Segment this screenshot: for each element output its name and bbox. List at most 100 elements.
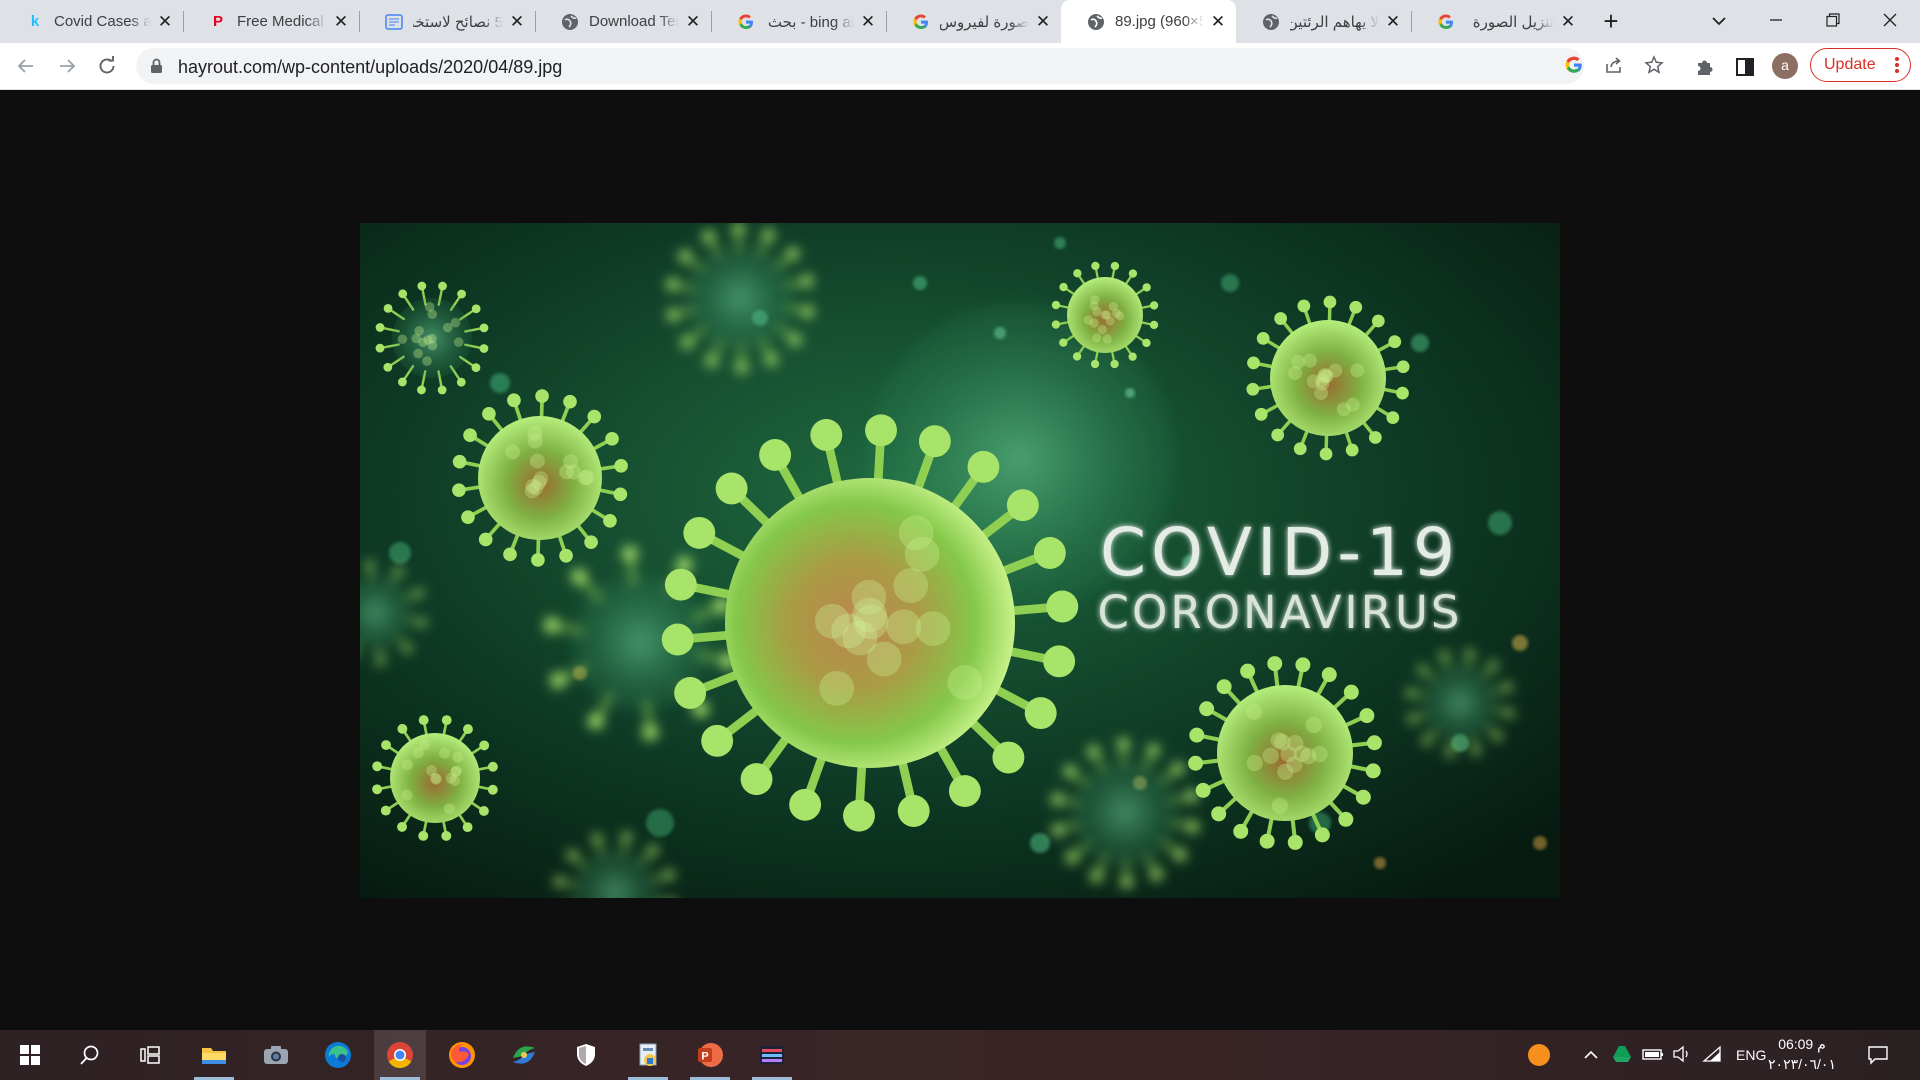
edge-icon[interactable]: [312, 1030, 364, 1080]
address-bar[interactable]: hayrout.com/wp-content/uploads/2020/04/8…: [136, 48, 1584, 84]
globe-icon: [1087, 13, 1105, 31]
tab-strip: k Covid Cases and Deaths ✕ P Free Medica…: [0, 0, 1920, 43]
close-icon[interactable]: ✕: [333, 12, 349, 32]
wifi-icon[interactable]: [1702, 1045, 1722, 1068]
image-viewer: COVID-19 CORONAVIRUS: [0, 90, 1920, 1030]
browser-toolbar: hayrout.com/wp-content/uploads/2020/04/8…: [0, 43, 1920, 90]
menu-dots-icon: [1894, 56, 1900, 79]
tab-five-tips[interactable]: 5 نصائح لاستخدام ✕: [359, 0, 535, 43]
close-icon[interactable]: ✕: [157, 12, 173, 32]
clock-date: ٢٠٢٣/٠٦/٠١: [1756, 1054, 1848, 1074]
google-g-icon: [737, 13, 755, 31]
kaggle-k-icon: k: [26, 13, 44, 31]
browser-window: k Covid Cases and Deaths ✕ P Free Medica…: [0, 0, 1920, 1030]
bokeh-dot: [389, 542, 411, 564]
bokeh-dot: [1488, 511, 1512, 535]
tab-virus-image[interactable]: صورة لفيروس ✕: [886, 0, 1061, 43]
close-icon[interactable]: ✕: [685, 12, 701, 32]
tab-free-medical[interactable]: P Free Medical PowerPoint Templates ✕: [183, 0, 359, 43]
google-g-icon: [1437, 13, 1455, 31]
google-g-icon[interactable]: [1564, 55, 1586, 77]
google-g-icon: [912, 13, 930, 31]
bokeh-dot: [1533, 836, 1547, 850]
minimize-button[interactable]: [1748, 0, 1804, 40]
notifications-icon[interactable]: [1867, 1045, 1889, 1070]
bokeh-dot: [1512, 635, 1528, 651]
chrome-icon[interactable]: [374, 1030, 426, 1080]
coronavirus-subtitle: CORONAVIRUS: [1098, 586, 1463, 639]
covid-image[interactable]: COVID-19 CORONAVIRUS: [360, 223, 1560, 898]
camera-icon[interactable]: [250, 1030, 302, 1080]
tab-title: bing ai - بحث Google: [765, 13, 854, 31]
svg-text:P: P: [701, 1051, 708, 1063]
bookmark-star-icon[interactable]: [1644, 55, 1666, 77]
update-button[interactable]: Update: [1810, 48, 1911, 82]
close-icon[interactable]: ✕: [860, 12, 876, 32]
tab-title: Free Medical PowerPoint Templates: [237, 13, 327, 30]
clock-time: 06:09 م: [1756, 1034, 1848, 1054]
task-view-icon[interactable]: [124, 1030, 176, 1080]
windows-taskbar: P ENG 06:09 م ٢٠٢٣/٠٦/٠١: [0, 1030, 1920, 1080]
tab-title: Covid Cases and Deaths: [54, 13, 151, 30]
bokeh-dot: [1411, 334, 1429, 352]
bokeh-dot: [1221, 274, 1239, 292]
close-icon[interactable]: ✕: [1035, 12, 1051, 32]
battery-icon[interactable]: [1642, 1045, 1664, 1068]
globe-icon: [561, 13, 579, 31]
tab-title: 89.jpg (960×540): [1115, 13, 1204, 30]
side-panel-icon[interactable]: [1734, 56, 1756, 78]
start-icon[interactable]: [4, 1030, 56, 1080]
close-icon[interactable]: ✕: [509, 12, 525, 32]
covid-illustration: COVID-19 CORONAVIRUS: [360, 223, 1560, 898]
share-icon[interactable]: [1604, 55, 1626, 77]
close-window-button[interactable]: [1862, 0, 1918, 40]
virus-particle: [1188, 656, 1382, 850]
google-drive-icon[interactable]: [1612, 1044, 1632, 1069]
tab-download-image[interactable]: تنزيل الصورة ✕: [1411, 0, 1586, 43]
reload-button[interactable]: [92, 51, 122, 81]
lock-icon[interactable]: [150, 58, 163, 79]
weather-sun-icon[interactable]: [1527, 1043, 1551, 1072]
tab-covid-cases[interactable]: k Covid Cases and Deaths ✕: [0, 0, 183, 43]
globe-icon: [1262, 13, 1280, 31]
bokeh-dot: [646, 809, 674, 837]
tab-bing-search[interactable]: bing ai - بحث Google ✕: [711, 0, 886, 43]
tab-search-chevron-icon[interactable]: [1706, 8, 1732, 34]
tab-title: صورة لفيروس: [940, 13, 1029, 31]
profile-avatar[interactable]: a: [1772, 53, 1798, 79]
virus-particle: [1407, 650, 1514, 757]
restore-button[interactable]: [1805, 0, 1861, 40]
file-explorer-icon[interactable]: [188, 1030, 240, 1080]
bokeh-dot: [1374, 857, 1386, 869]
bokeh-dot: [1030, 833, 1050, 853]
photos-icon[interactable]: [498, 1030, 550, 1080]
chevron-up-icon[interactable]: [1582, 1046, 1600, 1069]
bokeh-dot: [1054, 237, 1066, 249]
tab-89-jpg[interactable]: 89.jpg (960×540) ✕: [1061, 0, 1236, 43]
new-tab-button[interactable]: +: [1596, 6, 1626, 36]
tab-title: تنزيل الصورة: [1465, 13, 1554, 31]
tab-title: لا يهاهم الرئتين: [1290, 13, 1379, 31]
close-icon[interactable]: ✕: [1560, 12, 1576, 32]
search-icon[interactable]: [64, 1030, 116, 1080]
extensions-puzzle-icon[interactable]: [1694, 56, 1716, 78]
document-icon: [385, 13, 403, 31]
update-label: Update: [1824, 56, 1876, 74]
close-icon[interactable]: ✕: [1385, 12, 1401, 32]
powerpoint-icon[interactable]: P: [684, 1030, 736, 1080]
volume-icon[interactable]: [1672, 1045, 1692, 1068]
security-shield-icon[interactable]: [560, 1030, 612, 1080]
forward-button[interactable]: [52, 51, 82, 81]
bokeh-dot: [490, 373, 510, 393]
clock[interactable]: 06:09 م ٢٠٢٣/٠٦/٠١: [1756, 1034, 1848, 1074]
tab-download-templates[interactable]: Download Templates ✕: [535, 0, 711, 43]
paint-icon[interactable]: [622, 1030, 674, 1080]
back-button[interactable]: [11, 51, 41, 81]
media-app-icon[interactable]: [746, 1030, 798, 1080]
tab-lungs[interactable]: لا يهاهم الرئتين ✕: [1236, 0, 1411, 43]
url-text[interactable]: hayrout.com/wp-content/uploads/2020/04/8…: [178, 57, 562, 78]
pinterest-p-icon: P: [209, 13, 227, 31]
firefox-icon[interactable]: [436, 1030, 488, 1080]
close-icon[interactable]: ✕: [1210, 12, 1226, 32]
covid-19-title: COVID-19: [1100, 514, 1460, 591]
